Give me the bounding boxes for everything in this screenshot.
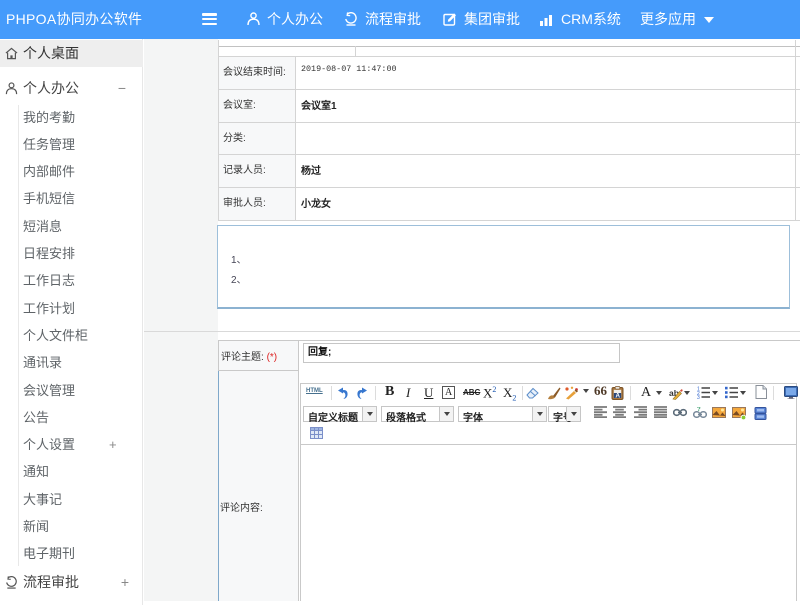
svg-text:3: 3 — [697, 395, 700, 399]
svg-text:?: ? — [697, 407, 701, 413]
svg-text:A: A — [615, 393, 620, 400]
